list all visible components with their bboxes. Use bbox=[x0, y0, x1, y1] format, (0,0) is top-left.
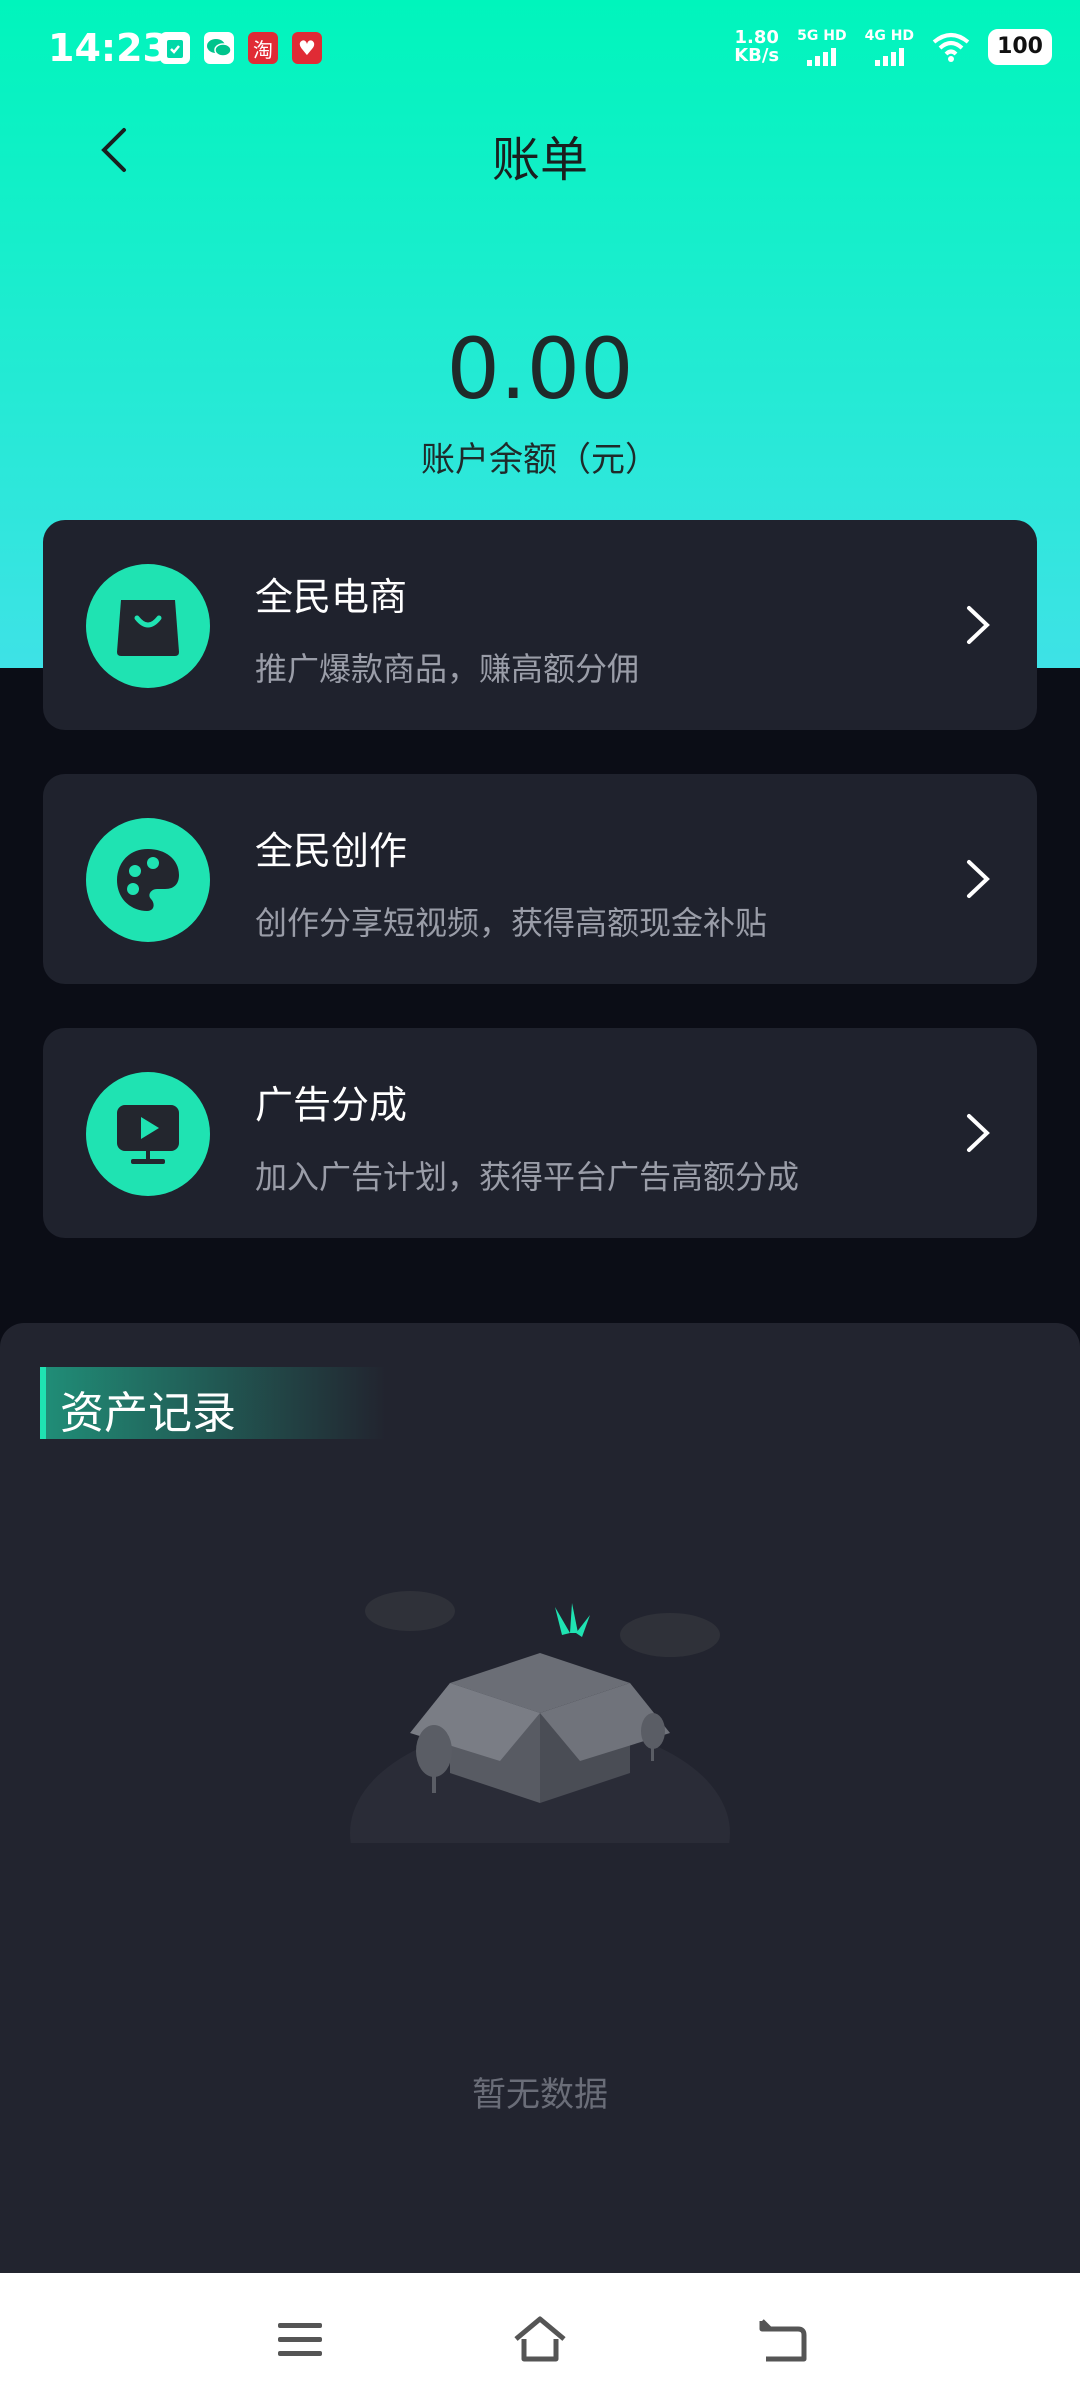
card-ecommerce[interactable]: 全民电商 推广爆款商品，赚高额分佣 bbox=[43, 520, 1037, 730]
chevron-right-icon bbox=[967, 606, 990, 644]
chevron-right-icon bbox=[967, 1114, 990, 1152]
wechat-icon bbox=[204, 32, 234, 64]
signal-sim2: 4G HD bbox=[865, 28, 914, 66]
empty-box-illustration bbox=[350, 1591, 730, 1843]
signal-bars-icon bbox=[807, 48, 837, 66]
balance-label: 账户余额（元） bbox=[421, 440, 659, 480]
notification-icons: 淘 ♥ bbox=[160, 32, 322, 64]
card-title: 全民创作 bbox=[255, 829, 408, 873]
card-title: 广告分成 bbox=[255, 1083, 408, 1127]
status-indicators: 1.80 KB/s 5G HD 4G HD 100 bbox=[734, 28, 1052, 66]
page-title: 账单 bbox=[491, 132, 588, 188]
card-creation[interactable]: 全民创作 创作分享短视频，获得高额现金补贴 bbox=[43, 774, 1037, 984]
wifi-icon bbox=[932, 33, 970, 62]
signal-bars-icon bbox=[874, 48, 904, 66]
card-subtitle: 加入广告计划，获得平台广告高额分成 bbox=[255, 1158, 800, 1196]
clipboard-icon bbox=[160, 32, 190, 64]
menu-icon bbox=[278, 2323, 322, 2356]
return-icon bbox=[759, 2319, 807, 2362]
balance-amount: 0.00 bbox=[446, 320, 634, 418]
signal-sim1: 5G HD bbox=[797, 28, 847, 66]
card-ad-revenue[interactable]: 广告分成 加入广告计划，获得平台广告高额分成 bbox=[43, 1028, 1037, 1238]
battery-indicator: 100 bbox=[988, 29, 1052, 65]
shopping-bag-icon bbox=[86, 564, 210, 688]
card-subtitle: 推广爆款商品，赚高额分佣 bbox=[255, 650, 640, 688]
asset-records-panel: 资产记录 暂无数据 bbox=[0, 1323, 1080, 2273]
home-button[interactable] bbox=[510, 2309, 570, 2369]
menu-button[interactable] bbox=[270, 2309, 330, 2369]
status-bar: 14:23 淘 ♥ 1.80 KB/s 5G HD 4G HD 100 bbox=[0, 0, 1080, 100]
card-title: 全民电商 bbox=[255, 575, 408, 619]
navigation-bar: 账单 bbox=[0, 100, 1080, 200]
network-speed: 1.80 KB/s bbox=[734, 27, 780, 66]
video-play-icon bbox=[86, 1072, 210, 1196]
status-time: 14:23 bbox=[48, 26, 169, 70]
system-nav-bar bbox=[0, 2273, 1080, 2400]
empty-state-text: 暂无数据 bbox=[472, 2075, 608, 2115]
home-icon bbox=[514, 2316, 566, 2362]
taobao-icon: 淘 bbox=[248, 32, 278, 64]
section-title: 资产记录 bbox=[40, 1367, 386, 1439]
pinduoduo-icon: ♥ bbox=[292, 32, 322, 64]
palette-icon bbox=[86, 818, 210, 942]
card-subtitle: 创作分享短视频，获得高额现金补贴 bbox=[255, 904, 768, 942]
back-nav-button[interactable] bbox=[752, 2309, 812, 2369]
chevron-right-icon bbox=[967, 860, 990, 898]
